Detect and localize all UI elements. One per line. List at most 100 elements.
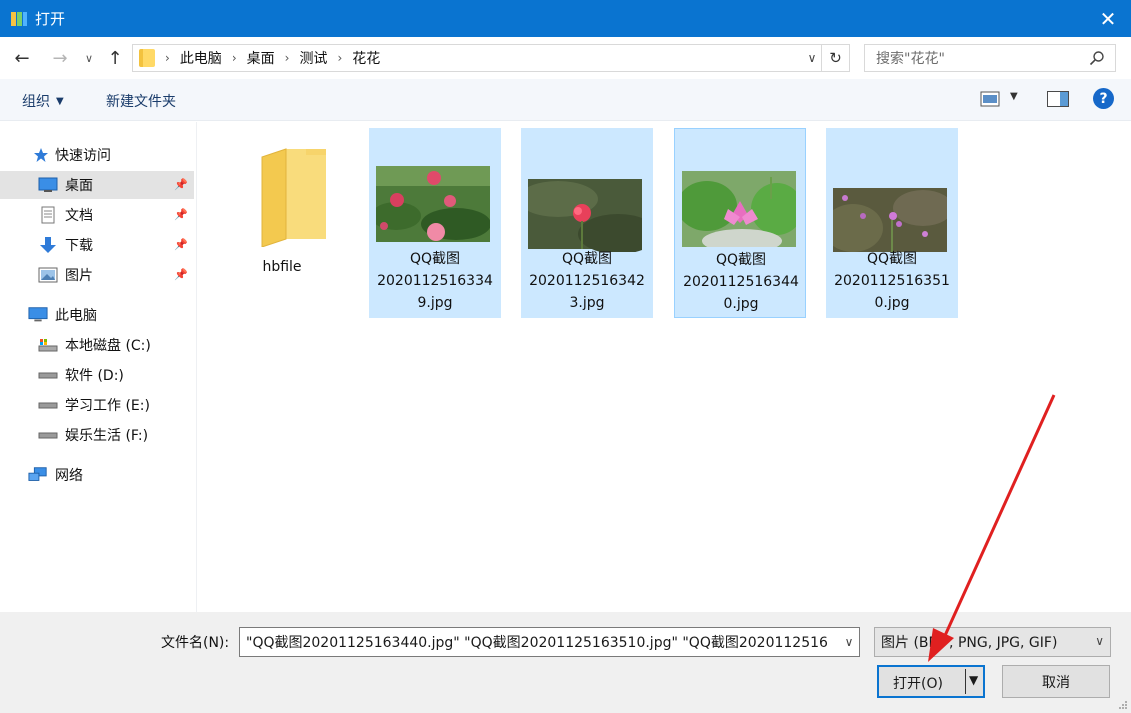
system-drive-icon xyxy=(38,336,58,354)
nav-item-pictures[interactable]: 图片 📌 xyxy=(0,261,194,289)
resize-grip-icon[interactable] xyxy=(1118,700,1128,710)
breadcrumb-huahua[interactable]: 花花 xyxy=(352,48,380,68)
image-thumbnail xyxy=(682,171,796,247)
folder-icon xyxy=(261,148,326,247)
nav-item-desktop[interactable]: 桌面 📌 xyxy=(0,171,194,199)
drive-icon xyxy=(38,426,58,444)
nav-label: 学习工作 (E:) xyxy=(65,398,150,414)
filename-label: 文件名(N): xyxy=(161,635,230,651)
nav-this-pc[interactable]: 此电脑 xyxy=(0,301,194,329)
filename-input[interactable]: "QQ截图20201125163440.jpg" "QQ截图2020112516… xyxy=(239,627,860,657)
view-options-icon[interactable] xyxy=(980,90,1000,108)
nav-drive-d[interactable]: 软件 (D:) xyxy=(0,361,194,389)
navigation-pane: 快速访问 桌面 📌 文档 📌 下载 📌 图片 📌 此电脑 本地磁盘 (C:) 软… xyxy=(0,122,197,612)
folder-icon xyxy=(139,49,155,67)
breadcrumb-test[interactable]: 测试 xyxy=(299,48,327,68)
title-bar: 打开 ✕ xyxy=(0,0,1131,37)
command-toolbar: 组织 ▼ 新建文件夹 ▼ ? xyxy=(0,79,1131,121)
chevron-right-icon[interactable]: › xyxy=(232,51,237,65)
open-options-arrow-icon[interactable]: ▼ xyxy=(969,673,978,687)
file-name: QQ截图 2020112516344 0.jpg xyxy=(683,252,799,312)
footer-panel: 文件名(N): "QQ截图20201125163440.jpg" "QQ截图20… xyxy=(0,612,1131,713)
search-icon xyxy=(1089,51,1104,66)
forward-arrow-icon[interactable]: → xyxy=(46,46,74,70)
open-button[interactable]: 打开(O) ▼ xyxy=(877,665,985,698)
address-bar[interactable]: › 此电脑 › 桌面 › 测试 › 花花 xyxy=(132,44,822,72)
nav-label: 娱乐生活 (F:) xyxy=(65,428,149,444)
file-list: hbfile QQ截图 2020112516334 9.jpg QQ截图 202… xyxy=(198,122,1131,612)
help-button[interactable]: ? xyxy=(1093,88,1114,109)
image-file-item[interactable]: QQ截图 2020112516344 0.jpg xyxy=(674,128,806,318)
chevron-right-icon[interactable]: › xyxy=(165,51,170,65)
search-input[interactable]: 搜索"花花" xyxy=(864,44,1116,72)
nav-label: 图片 xyxy=(65,268,93,284)
breadcrumb-this-pc[interactable]: 此电脑 xyxy=(180,48,222,68)
file-type-select[interactable]: 图片 (BMP, PNG, JPG, GIF) ∨ xyxy=(874,627,1111,657)
nav-label: 软件 (D:) xyxy=(65,368,124,384)
pin-icon[interactable]: 📌 xyxy=(174,238,188,251)
open-label: 打开(O) xyxy=(893,676,943,692)
view-caret-icon[interactable]: ▼ xyxy=(1010,91,1018,102)
back-arrow-icon[interactable]: ← xyxy=(8,46,36,70)
computer-icon xyxy=(28,306,48,324)
file-name: QQ截图 2020112516342 3.jpg xyxy=(529,251,645,311)
chevron-right-icon[interactable]: › xyxy=(337,51,342,65)
nav-drive-c[interactable]: 本地磁盘 (C:) xyxy=(0,331,194,359)
nav-network[interactable]: 网络 xyxy=(0,461,194,489)
chevron-down-icon[interactable]: ∨ xyxy=(839,628,859,656)
pin-icon[interactable]: 📌 xyxy=(174,208,188,221)
nav-item-downloads[interactable]: 下载 📌 xyxy=(0,231,194,259)
nav-label: 本地磁盘 (C:) xyxy=(65,338,151,354)
up-arrow-icon[interactable]: ↑ xyxy=(102,46,128,70)
nav-quick-access[interactable]: 快速访问 xyxy=(0,141,194,169)
file-name: QQ截图 2020112516334 9.jpg xyxy=(377,251,493,311)
filename-value: "QQ截图20201125163440.jpg" "QQ截图2020112516… xyxy=(246,635,828,651)
nav-drive-f[interactable]: 娱乐生活 (F:) xyxy=(0,421,194,449)
download-arrow-icon xyxy=(38,236,58,254)
file-name: QQ截图 2020112516351 0.jpg xyxy=(834,251,950,311)
caret-down-icon: ▼ xyxy=(56,95,64,107)
breadcrumb-desktop[interactable]: 桌面 xyxy=(247,48,275,68)
preview-pane-icon[interactable] xyxy=(1047,91,1069,107)
star-icon xyxy=(31,146,51,164)
pin-icon[interactable]: 📌 xyxy=(174,268,188,281)
image-file-item[interactable]: QQ截图 2020112516351 0.jpg xyxy=(826,128,958,318)
file-type-value: 图片 (BMP, PNG, JPG, GIF) xyxy=(881,635,1058,651)
image-thumbnail xyxy=(833,188,947,252)
nav-label: 此电脑 xyxy=(55,308,97,324)
image-file-item[interactable]: QQ截图 2020112516334 9.jpg xyxy=(369,128,501,318)
app-icon xyxy=(10,10,28,28)
pictures-icon xyxy=(38,266,58,284)
nav-label: 文档 xyxy=(65,208,93,224)
pin-icon[interactable]: 📌 xyxy=(174,178,188,191)
nav-label: 快速访问 xyxy=(55,148,111,164)
nav-label: 网络 xyxy=(55,468,83,484)
nav-item-documents[interactable]: 文档 📌 xyxy=(0,201,194,229)
document-icon xyxy=(38,206,58,224)
organize-button[interactable]: 组织 ▼ xyxy=(22,91,64,111)
network-icon xyxy=(28,466,48,484)
address-dropdown-icon[interactable]: ∨ xyxy=(802,44,822,72)
cancel-button[interactable]: 取消 xyxy=(1002,665,1110,698)
image-file-item[interactable]: QQ截图 2020112516342 3.jpg xyxy=(521,128,653,318)
recent-locations-chevron-icon[interactable]: ∨ xyxy=(80,46,98,70)
nav-label: 桌面 xyxy=(65,178,93,194)
image-thumbnail xyxy=(528,179,642,252)
nav-drive-e[interactable]: 学习工作 (E:) xyxy=(0,391,194,419)
organize-label: 组织 xyxy=(22,94,50,110)
split-divider xyxy=(965,669,966,694)
folder-item[interactable]: hbfile xyxy=(216,128,348,318)
file-name: hbfile xyxy=(262,259,302,275)
close-button[interactable]: ✕ xyxy=(1085,0,1131,37)
drive-icon xyxy=(38,366,58,384)
drive-icon xyxy=(38,396,58,414)
chevron-right-icon[interactable]: › xyxy=(285,51,290,65)
search-placeholder: 搜索"花花" xyxy=(876,51,945,67)
chevron-down-icon: ∨ xyxy=(1095,634,1104,648)
desktop-icon xyxy=(38,176,58,194)
window-title: 打开 xyxy=(35,10,66,28)
new-folder-button[interactable]: 新建文件夹 xyxy=(106,91,176,111)
image-thumbnail xyxy=(376,166,490,242)
refresh-icon[interactable]: ↻ xyxy=(822,44,850,72)
address-row: ← → ∨ ↑ › 此电脑 › 桌面 › 测试 › 花花 ∨ ↻ 搜索"花花" xyxy=(0,37,1131,79)
